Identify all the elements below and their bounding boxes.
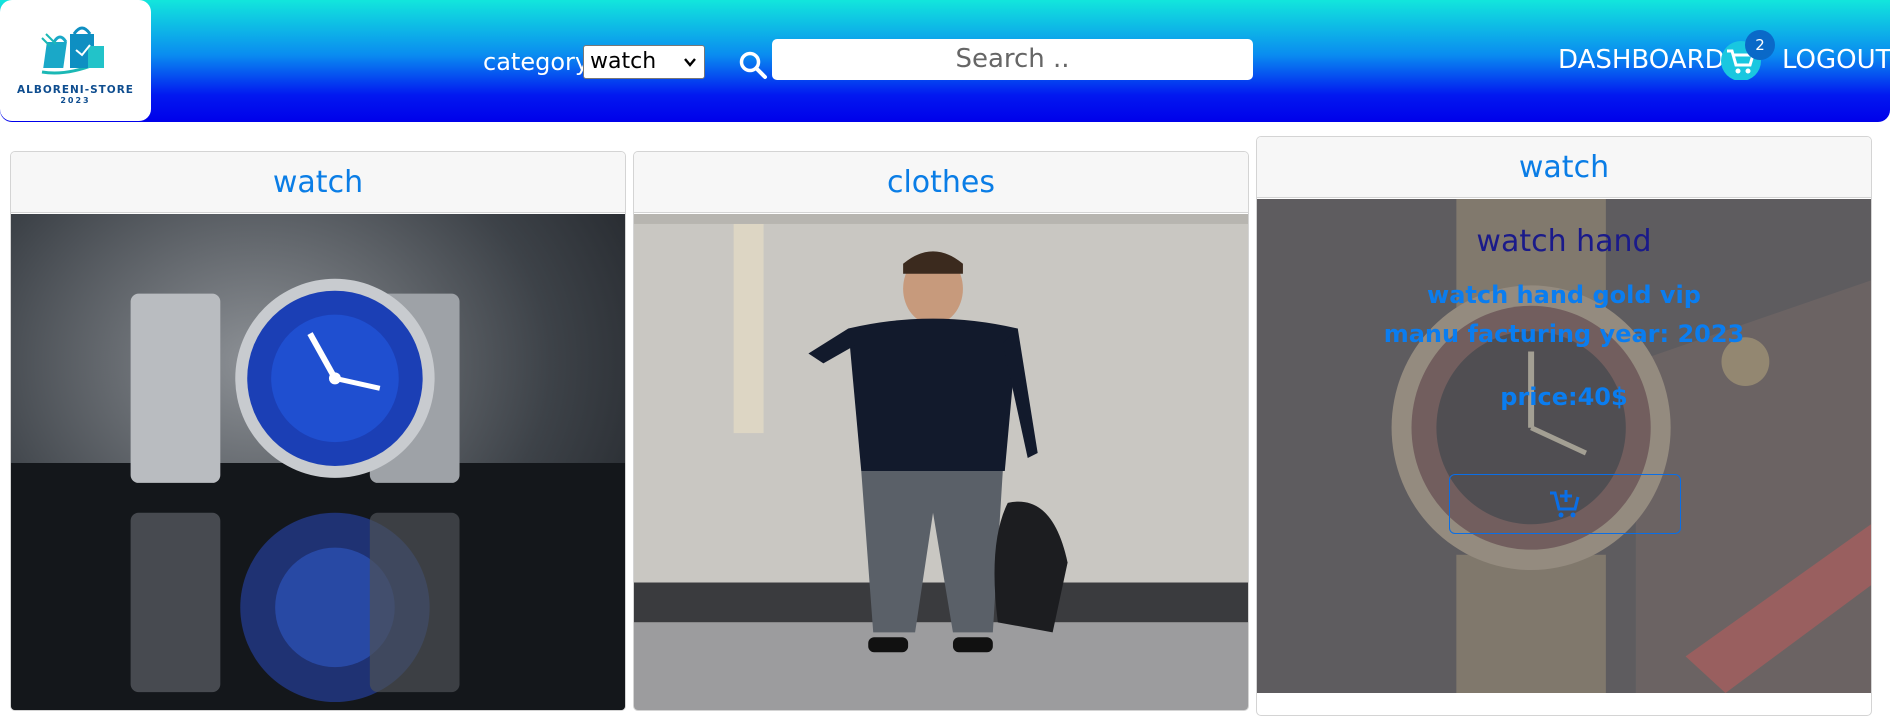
store-logo[interactable]: ALBORENI-STORE 2023 xyxy=(0,0,151,121)
product-year: manu facturing year: 2023 xyxy=(1383,320,1745,348)
logo-year: 2023 xyxy=(60,96,91,105)
product-title: watch hand xyxy=(1476,224,1652,259)
product-price: price:40$ xyxy=(1500,383,1628,411)
nav-dashboard-link[interactable]: DASHBOARD xyxy=(1558,45,1725,75)
cart-plus-icon xyxy=(1550,490,1580,518)
navbar: ALBORENI-STORE 2023 category: watch Sear… xyxy=(0,0,1892,122)
product-card-hovered[interactable]: watch watch hand watch hand gold vip man… xyxy=(1256,136,1872,716)
shopping-bag-logo-icon xyxy=(40,26,104,75)
product-card[interactable]: watch xyxy=(10,151,626,711)
product-card[interactable]: clothes xyxy=(633,151,1249,711)
nav-logout-link[interactable]: LOGOUT xyxy=(1782,45,1892,75)
product-image-watch-gold: watch hand watch hand gold vip manu fact… xyxy=(1257,199,1871,693)
category-label: category: xyxy=(483,48,596,76)
cart-count-badge: 2 xyxy=(1745,30,1775,60)
product-description: watch hand gold vip xyxy=(1427,281,1701,309)
card-category-title: watch xyxy=(1257,137,1871,198)
logo-name: ALBORENI-STORE xyxy=(17,84,134,96)
category-select[interactable]: watch xyxy=(583,45,705,79)
search-input[interactable]: Search .. xyxy=(772,39,1253,80)
card-category-title: clothes xyxy=(634,152,1248,213)
product-hover-overlay: watch hand watch hand gold vip manu fact… xyxy=(1257,199,1871,693)
search-icon[interactable] xyxy=(738,50,768,80)
card-category-title: watch xyxy=(11,152,625,213)
product-image-clothes xyxy=(634,214,1248,710)
product-image-watch xyxy=(11,214,625,710)
chevron-down-icon xyxy=(684,58,696,67)
category-select-value: watch xyxy=(590,49,657,74)
add-to-cart-button[interactable] xyxy=(1449,474,1681,534)
